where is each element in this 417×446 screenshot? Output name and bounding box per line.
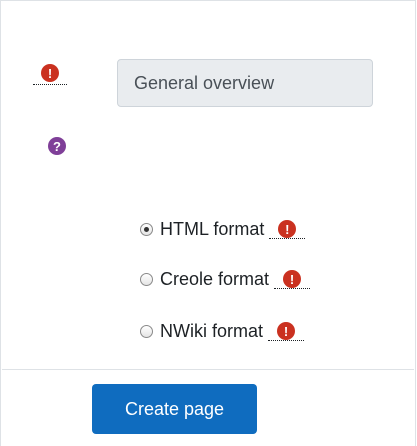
exclamation-icon: ! — [41, 64, 59, 82]
page-title-input[interactable]: General overview — [117, 59, 373, 107]
format-label-html: HTML format — [160, 219, 265, 239]
exclamation-icon: ! — [283, 270, 302, 288]
format-option-html[interactable]: HTML format ! — [140, 219, 306, 240]
required-indicator: ! — [33, 64, 67, 85]
required-indicator-nwiki: ! — [268, 322, 304, 341]
required-underline — [33, 84, 67, 85]
format-label-creole: Creole format — [160, 269, 270, 289]
format-option-nwiki[interactable]: NWiki format ! — [140, 321, 304, 342]
question-icon[interactable]: ? — [48, 137, 66, 155]
required-indicator-creole: ! — [274, 270, 311, 289]
exclamation-icon: ! — [278, 220, 297, 238]
create-page-button[interactable]: Create page — [92, 384, 257, 434]
exclamation-icon: ! — [277, 322, 295, 340]
radio-html[interactable] — [140, 223, 153, 236]
radio-creole[interactable] — [140, 273, 153, 286]
help-indicator[interactable]: ? — [48, 137, 66, 155]
format-option-creole[interactable]: Creole format ! — [140, 269, 311, 290]
form-panel: ! General overview ? HTML format ! Creol… — [0, 0, 416, 446]
radio-nwiki[interactable] — [140, 325, 153, 338]
form-divider — [2, 369, 414, 370]
format-label-nwiki: NWiki format — [160, 321, 263, 341]
required-indicator-html: ! — [269, 220, 306, 239]
